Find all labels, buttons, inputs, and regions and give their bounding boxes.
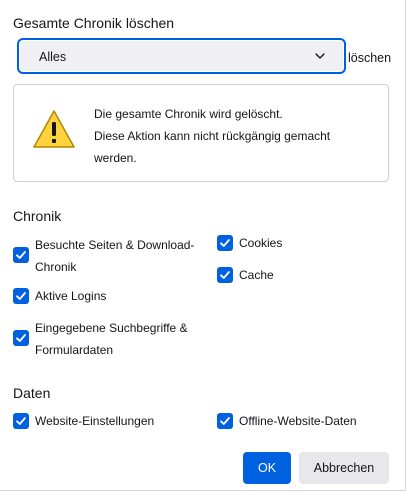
checkbox-checked-icon xyxy=(13,413,29,429)
checkbox-label: Cookies xyxy=(239,236,283,250)
checkbox-cookies[interactable]: Cookies xyxy=(217,235,337,255)
checkbox-label: Cache xyxy=(239,268,274,282)
checkbox-label: Offline-Website-Daten xyxy=(239,414,357,428)
checkbox-label: Eingegebene Suchbegriffe & Formulardaten xyxy=(35,321,188,357)
time-range-select[interactable]: Alles xyxy=(17,38,346,74)
warning-box: Die gesamte Chronik wird gelöscht. Diese… xyxy=(13,84,389,182)
ok-button[interactable]: OK xyxy=(243,452,291,484)
warning-icon xyxy=(33,110,75,148)
chevron-down-icon xyxy=(315,53,325,59)
cancel-button[interactable]: Abbrechen xyxy=(299,452,389,484)
dialog-title: Gesamte Chronik löschen xyxy=(13,15,175,31)
checkbox-checked-icon xyxy=(13,288,29,304)
warning-text: Die gesamte Chronik wird gelöscht. Diese… xyxy=(94,103,364,169)
checkbox-site-settings[interactable]: Website-Einstellungen xyxy=(13,413,203,433)
checkbox-checked-icon xyxy=(217,267,233,283)
checkbox-checked-icon xyxy=(13,330,29,346)
checkbox-checked-icon xyxy=(217,235,233,251)
checkbox-label: Aktive Logins xyxy=(35,289,107,303)
time-range-value: Alles xyxy=(39,50,67,64)
time-range-suffix: löschen xyxy=(348,51,392,65)
checkbox-label: Website-Einstellungen xyxy=(35,414,155,428)
checkbox-active-logins[interactable]: Aktive Logins xyxy=(13,288,203,308)
checkbox-checked-icon xyxy=(13,247,29,263)
checkbox-search-form-data[interactable]: Eingegebene Suchbegriffe & Formulardaten xyxy=(13,321,203,374)
history-section-heading: Chronik xyxy=(13,208,62,224)
warning-line-1: Die gesamte Chronik wird gelöscht. xyxy=(94,107,283,121)
checkbox-label: Besuchte Seiten & Download-Chronik xyxy=(35,238,195,274)
clear-history-dialog: Gesamte Chronik löschen Alles löschen Di… xyxy=(0,0,406,491)
checkbox-cache[interactable]: Cache xyxy=(217,267,337,287)
warning-line-2: Diese Aktion kann nicht rückgängig gemac… xyxy=(94,129,331,165)
checkbox-checked-icon xyxy=(217,413,233,429)
data-section-heading: Daten xyxy=(13,385,51,401)
checkbox-offline-data[interactable]: Offline-Website-Daten xyxy=(217,413,397,433)
